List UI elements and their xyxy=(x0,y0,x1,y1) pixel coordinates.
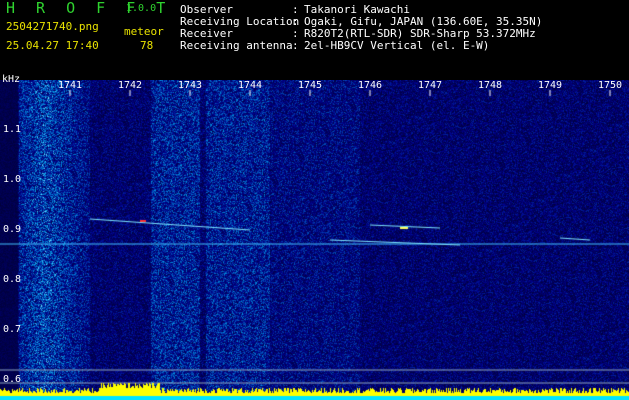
info-row-antenna: Receiving antenna: 2el-HB9CV Vertical (el… xyxy=(180,39,490,52)
info-value: 2el-HB9CV Vertical (el. E-W) xyxy=(304,39,490,52)
x-tick-label: 1745 xyxy=(298,80,323,91)
y-tick-label: 1.0 xyxy=(3,174,22,185)
y-axis-unit: kHz xyxy=(2,74,21,85)
info-label: Receiving antenna xyxy=(180,39,293,52)
x-tick-label: 1749 xyxy=(538,80,563,91)
file-name: 2504271740.png xyxy=(6,20,99,33)
y-tick-label: 0.6 xyxy=(3,374,22,385)
spectrogram-canvas xyxy=(0,80,629,400)
x-tick-label: 1748 xyxy=(478,80,503,91)
header: H R O F F T 1.0.0 2504271740.png meteor … xyxy=(0,0,629,80)
y-tick-label: 0.9 xyxy=(3,224,22,235)
meteor-count: 78 xyxy=(140,39,154,52)
y-tick-label: 0.7 xyxy=(3,324,22,335)
x-tick-label: 1747 xyxy=(418,80,443,91)
x-tick-label: 1744 xyxy=(238,80,263,91)
y-tick-label: 0.8 xyxy=(3,274,22,285)
date-time: 25.04.27 17:40 xyxy=(6,39,99,52)
app-version: 1.0.0 xyxy=(126,3,157,14)
y-tick-label: 1.1 xyxy=(3,124,22,135)
x-tick-label: 1741 xyxy=(58,80,83,91)
plot-type: meteor xyxy=(124,25,164,38)
x-tick-label: 1746 xyxy=(358,80,383,91)
x-tick-label: 1750 xyxy=(598,80,623,91)
x-tick-label: 1743 xyxy=(178,80,203,91)
x-tick-label: 1742 xyxy=(118,80,143,91)
